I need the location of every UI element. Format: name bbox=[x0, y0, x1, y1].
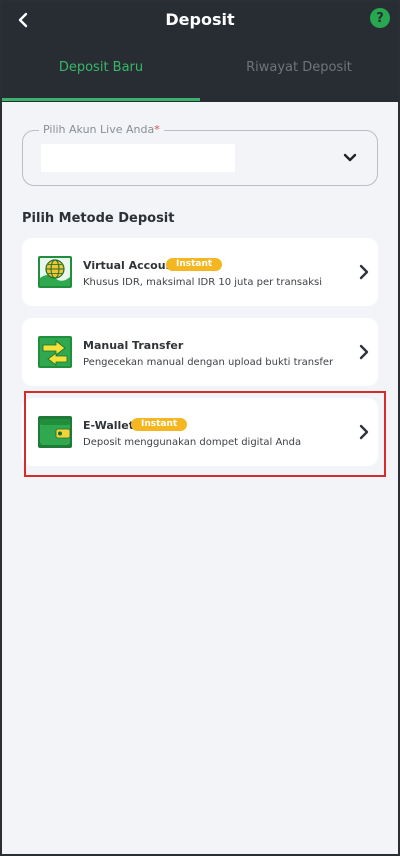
account-select-label: Pilih Akun Live Anda* bbox=[39, 123, 164, 136]
account-select-value bbox=[41, 144, 235, 172]
method-virtual-account[interactable]: Virtual Account Instant Khusus IDR, maks… bbox=[22, 238, 378, 306]
chevron-down-icon bbox=[343, 153, 357, 162]
method-description: Khusus IDR, maksimal IDR 10 juta per tra… bbox=[83, 277, 323, 288]
method-name: Manual Transfer bbox=[83, 339, 184, 352]
instant-badge: Instant bbox=[166, 258, 223, 271]
tab-deposit-baru[interactable]: Deposit Baru bbox=[2, 60, 200, 80]
transfer-arrows-icon bbox=[38, 336, 72, 368]
chevron-right-icon bbox=[359, 344, 369, 360]
method-manual-transfer[interactable]: Manual Transfer Pengecekan manual dengan… bbox=[22, 318, 378, 386]
method-name: Virtual Account bbox=[83, 259, 179, 272]
question-icon: ? bbox=[376, 10, 384, 26]
tab-riwayat-deposit[interactable]: Riwayat Deposit bbox=[200, 60, 398, 80]
methods-section-title: Pilih Metode Deposit bbox=[22, 211, 175, 226]
account-select-label-text: Pilih Akun Live Anda bbox=[43, 123, 155, 136]
method-description: Pengecekan manual dengan upload bukti tr… bbox=[83, 357, 334, 368]
app-screen: Deposit ? Deposit Baru Riwayat Deposit P… bbox=[0, 0, 400, 856]
page-title: Deposit bbox=[165, 10, 235, 29]
top-bar: Deposit ? Deposit Baru Riwayat Deposit bbox=[2, 2, 398, 102]
highlight-box bbox=[24, 391, 386, 477]
live-account-select[interactable]: Pilih Akun Live Anda* bbox=[22, 123, 378, 186]
help-button[interactable]: ? bbox=[370, 8, 390, 28]
chevron-right-icon bbox=[359, 264, 369, 280]
active-tab-indicator bbox=[2, 98, 200, 101]
required-mark: * bbox=[154, 123, 160, 136]
globe-icon bbox=[38, 256, 72, 288]
